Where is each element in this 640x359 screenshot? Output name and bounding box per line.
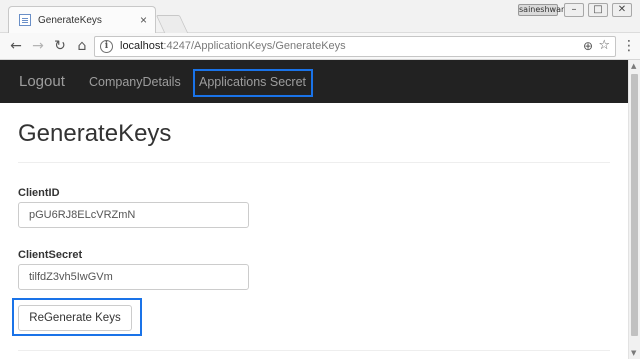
url-host: localhost	[120, 40, 164, 52]
page-title: GenerateKeys	[18, 120, 172, 147]
scroll-thumb[interactable]	[631, 74, 638, 336]
url-text[interactable]: localhost:4247/ApplicationKeys/GenerateK…	[120, 40, 346, 52]
reload-icon[interactable]: ↻	[52, 38, 68, 54]
window-close-button[interactable]: ✕	[612, 3, 632, 17]
browser-toolbar: ← → ↻ ⌂ i localhost:4247/ApplicationKeys…	[0, 33, 640, 60]
client-id-input[interactable]	[18, 202, 249, 228]
address-bar[interactable]: i localhost:4247/ApplicationKeys/Generat…	[94, 36, 616, 57]
new-tab-button[interactable]	[155, 15, 189, 33]
footer-divider	[18, 350, 610, 351]
back-arrow-icon[interactable]: ←	[8, 38, 24, 54]
window-minimize-button[interactable]: –	[564, 3, 584, 17]
browser-tab-strip: GenerateKeys × saineshwar – □ ✕	[0, 0, 640, 33]
page-favicon-icon	[19, 14, 31, 26]
scroll-up-icon[interactable]: ▲	[631, 62, 636, 70]
home-icon[interactable]: ⌂	[74, 38, 90, 54]
bookmark-star-icon[interactable]: ☆	[598, 38, 610, 53]
title-divider	[18, 162, 610, 163]
browser-tab[interactable]: GenerateKeys ×	[8, 6, 156, 33]
page-scrollbar[interactable]: ▲ ▼	[628, 60, 640, 359]
logout-link[interactable]: Logout	[19, 73, 65, 90]
tab-close-icon[interactable]: ×	[140, 13, 147, 27]
menu-dots-icon[interactable]: ⋮	[622, 38, 636, 54]
client-secret-label: ClientSecret	[18, 249, 83, 261]
window-maximize-button[interactable]: □	[588, 3, 608, 17]
nav-link-company-details[interactable]: CompanyDetails	[89, 75, 181, 89]
applications-secret-highlight-box	[193, 69, 313, 97]
site-navbar: Logout CompanyDetails Applications Secre…	[0, 60, 628, 103]
client-id-label: ClientID	[18, 187, 60, 199]
client-secret-input[interactable]	[18, 264, 249, 290]
forward-arrow-icon[interactable]: →	[30, 38, 46, 54]
regenerate-button-highlight-box	[12, 298, 142, 336]
tab-title: GenerateKeys	[38, 14, 102, 26]
browser-user-badge[interactable]: saineshwar	[518, 4, 564, 16]
info-icon[interactable]: i	[100, 40, 113, 53]
zoom-icon[interactable]: ⊕	[583, 39, 593, 53]
url-path: :4247/ApplicationKeys/GenerateKeys	[163, 40, 346, 52]
scroll-down-icon[interactable]: ▼	[631, 349, 636, 357]
